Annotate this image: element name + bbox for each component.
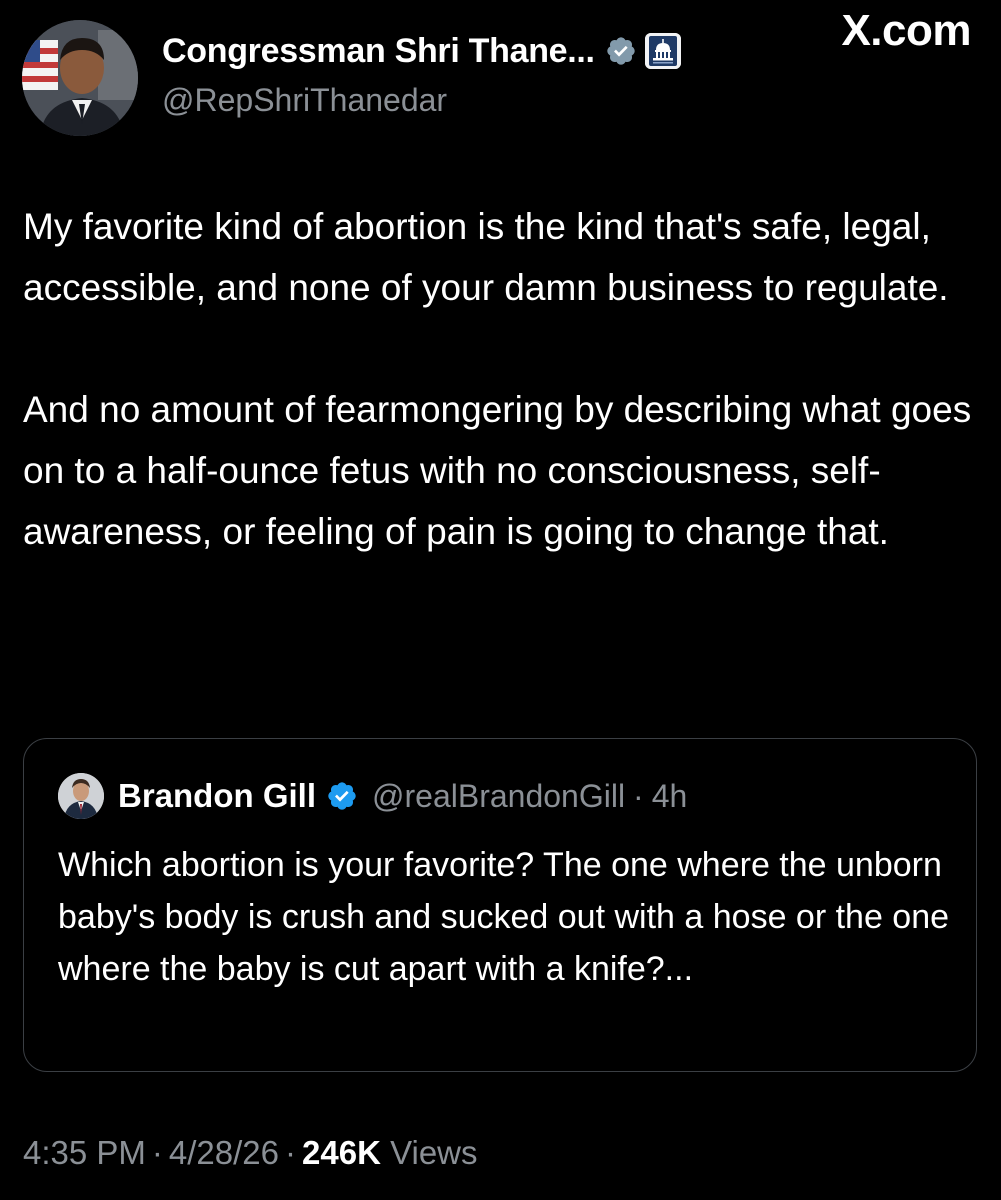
verified-badge-icon xyxy=(326,780,358,812)
separator-dot: · xyxy=(285,1134,297,1171)
quoted-author-name[interactable]: Brandon Gill xyxy=(118,777,316,815)
post-paragraph: And no amount of fearmongering by descri… xyxy=(23,389,972,552)
post-header: Congressman Shri Thane... @RepShriThaned… xyxy=(22,20,982,136)
author-handle[interactable]: @RepShriThanedar xyxy=(162,82,447,119)
author-avatar[interactable] xyxy=(22,20,138,136)
separator-dot: · xyxy=(633,777,644,814)
quoted-author-handle[interactable]: @realBrandonGill xyxy=(372,778,625,815)
post-date[interactable]: 4/28/26 xyxy=(169,1134,279,1171)
government-capitol-badge-icon xyxy=(644,33,681,69)
post-meta: 4:35 PM · 4/28/26 · 246K Views xyxy=(23,1134,478,1172)
post-paragraph: My favorite kind of abortion is the kind… xyxy=(23,206,949,308)
separator-dot: · xyxy=(151,1134,163,1171)
source-label: X.com xyxy=(841,6,971,55)
verified-badge-icon xyxy=(605,35,637,67)
post-text: My favorite kind of abortion is the kind… xyxy=(23,196,983,562)
quoted-post-header: Brandon Gill @realBrandonGill · 4h xyxy=(58,771,687,821)
quoted-author-avatar[interactable] xyxy=(58,773,104,819)
author-name-row: Congressman Shri Thane... xyxy=(162,28,681,74)
views-count: 246K xyxy=(302,1134,381,1171)
author-display-name[interactable]: Congressman Shri Thane... xyxy=(162,32,595,71)
post-time[interactable]: 4:35 PM xyxy=(23,1134,146,1171)
quoted-post-time[interactable]: 4h xyxy=(652,778,688,815)
views-label: Views xyxy=(390,1134,478,1171)
quoted-post-card[interactable]: Brandon Gill @realBrandonGill · 4h Which… xyxy=(23,738,977,1072)
quoted-post-text: Which abortion is your favorite? The one… xyxy=(58,846,950,988)
